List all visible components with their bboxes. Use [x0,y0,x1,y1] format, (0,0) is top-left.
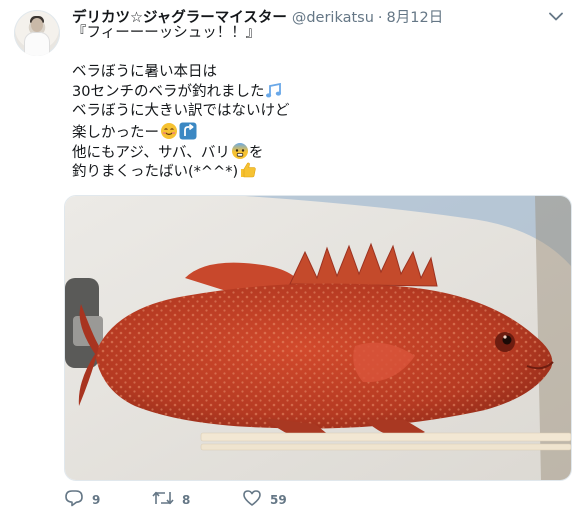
tweet-line: ベラぼうに大きい訳ではないけど [72,103,290,120]
tweet-line: 『フィーーーッシュッ！！』 [72,25,261,41]
retweet-count: 8 [182,493,191,507]
thumbs-up-icon [239,161,257,186]
tweet-line: 楽しかったー [72,122,552,142]
reply-count: 9 [92,493,101,507]
reply-button[interactable]: 9 [64,489,152,511]
like-count: 59 [270,493,287,507]
avatar[interactable] [14,10,60,56]
tweet-line-text: 楽しかったー [72,124,159,141]
tweet-line-text: 釣りまくったばい(*^^*) [72,164,239,181]
tweet-line: 他にもアジ、サバ、バリ を [72,142,552,162]
chevron-down-icon[interactable] [546,8,566,24]
fish-photo-image [65,196,571,480]
tweet-actions: 9 8 59 [64,488,332,512]
heart-icon [242,489,262,511]
tweet-line: ベラぼうに暑い本日は [72,64,217,81]
retweet-button[interactable]: 8 [152,489,242,511]
like-button[interactable]: 59 [242,489,332,511]
tweet-line-text: 30センチのベラが釣れました [72,83,265,100]
tweet-line-text: 他にもアジ、サバ、バリ [72,144,230,161]
reply-icon [64,489,84,511]
tweet-line: 30センチのベラが釣れました [72,82,552,103]
tweet-photo[interactable] [64,195,572,481]
tweet-line-text: を [248,144,264,161]
tweet-text: 『フィーーーッシュッ！！』 ベラぼうに暑い本日は 30センチのベラが釣れました … [72,24,552,181]
tweet-line: 釣りまくったばい(*^^*) [72,161,552,181]
retweet-icon [152,489,174,511]
